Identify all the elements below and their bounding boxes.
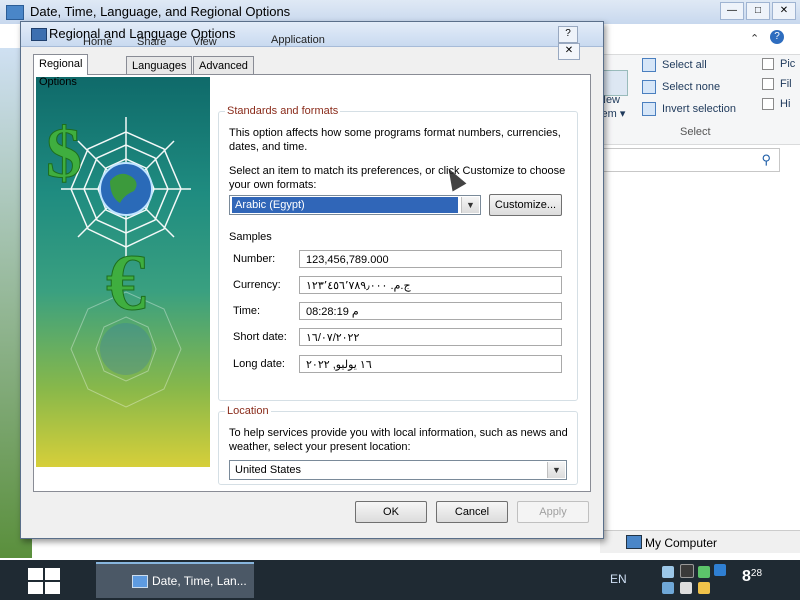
select-group-label: Select <box>680 126 711 138</box>
select-none-icon <box>642 80 656 94</box>
checkbox-box[interactable] <box>762 78 774 91</box>
sample-value-time: 08:28:19 م <box>299 302 562 320</box>
windows-logo-icon <box>28 568 43 580</box>
tray-network-icon[interactable] <box>714 564 726 576</box>
taskbar-item-regional-options[interactable]: Date, Time, Lan... <box>96 562 254 598</box>
system-tray <box>660 564 732 596</box>
help-icon[interactable]: ? <box>770 30 784 44</box>
standards-instruction: Select an item to match its preferences,… <box>229 165 566 191</box>
chevron-up-icon[interactable]: ⌃ <box>750 32 759 45</box>
regional-options-dialog: Home Share View Application Regional and… <box>20 21 604 539</box>
banner-image: $ € <box>36 77 210 467</box>
close-button[interactable]: ✕ <box>772 2 796 20</box>
sample-label-long-date: Long date: <box>233 358 285 370</box>
search-icon: ⚲ <box>761 152 771 167</box>
windows-logo-pane <box>28 582 43 594</box>
sample-label-time: Time: <box>233 305 261 317</box>
status-text: My Computer <box>645 536 718 550</box>
tray-display-icon[interactable] <box>662 582 674 594</box>
select-none-button[interactable]: Select none <box>642 80 720 94</box>
tray-app-icon[interactable] <box>662 566 674 578</box>
taskbar-item-label: Date, Time, Lan... <box>152 574 247 588</box>
select-all-button[interactable]: Select all <box>642 58 707 72</box>
regional-options-panel: $ € Standards and formats This option af… <box>33 74 591 492</box>
apply-button[interactable]: Apply <box>517 501 589 523</box>
sample-value-short-date: ١٦/٠٧/٢٠٢٢ <box>299 328 562 346</box>
standards-formats-group: Standards and formats This option affect… <box>218 105 578 401</box>
customize-button[interactable]: Customize... <box>489 194 562 216</box>
select-all-icon <box>642 58 656 72</box>
invert-selection-label: Invert selection <box>662 102 736 115</box>
euro-sign-icon: € <box>106 239 146 327</box>
checkbox-box[interactable] <box>762 98 774 111</box>
taskbar: Date, Time, Lan... EN 828 <box>0 560 800 600</box>
language-indicator[interactable]: EN <box>610 572 627 586</box>
control-panel-icon <box>6 5 24 20</box>
standards-description: This option affects how some programs fo… <box>229 127 561 153</box>
clock-hour: 8 <box>742 568 751 585</box>
tab-advanced[interactable]: Advanced <box>193 56 254 75</box>
control-panel-icon <box>132 575 148 588</box>
checkbox-3[interactable]: Hi <box>762 98 791 111</box>
tray-power-icon[interactable] <box>698 582 710 594</box>
sample-label-number: Number: <box>233 253 276 265</box>
checkbox-box[interactable] <box>762 58 774 71</box>
location-label: Location <box>225 405 271 417</box>
tab-languages[interactable]: Languages <box>126 56 193 75</box>
select-none-label: Select none <box>662 80 721 93</box>
minimize-button[interactable]: — <box>720 2 744 20</box>
ribbon-tab-application[interactable]: Application <box>271 34 325 46</box>
windows-logo-pane <box>45 568 60 580</box>
location-select[interactable]: United States ▼ <box>229 460 567 480</box>
sample-value-currency: ج.م.‏ ١٢٣٬٤٥٦٬٧٨٩٫٠٠٠ <box>299 276 562 294</box>
sample-label-currency: Currency: <box>233 279 281 291</box>
location-group: Location To help services provide you wi… <box>218 405 578 485</box>
checkbox-2[interactable]: Fil <box>762 78 792 91</box>
taskbar-clock[interactable]: 828 <box>742 568 762 586</box>
tab-regional-options[interactable]: Regional Options <box>33 54 89 88</box>
clock-minute: 28 <box>750 568 763 579</box>
explorer-title: Date, Time, Language, and Regional Optio… <box>30 4 291 19</box>
globe-icon <box>31 28 47 41</box>
dialog-titlebar: Home Share View Application Regional and… <box>21 22 603 60</box>
dialog-controls: ?✕ <box>557 26 599 60</box>
window-controls: — □ ✕ <box>718 2 796 20</box>
sample-value-long-date: ١٦ يوليو, ٢٠٢٢ <box>299 355 562 373</box>
sample-value-number: 123,456,789.000 <box>299 250 562 268</box>
start-button[interactable] <box>26 566 60 594</box>
dialog-title: Regional and Language Options <box>49 26 236 41</box>
location-description: To help services provide you with local … <box>229 427 568 453</box>
format-select[interactable]: Arabic (Egypt) ▼ <box>229 195 481 215</box>
invert-selection-icon <box>642 102 656 116</box>
computer-icon <box>626 535 642 549</box>
sample-label-short-date: Short date: <box>233 331 287 343</box>
format-select-value: Arabic (Egypt) <box>232 197 458 213</box>
tray-settings-icon[interactable] <box>680 564 694 578</box>
chevron-down-icon[interactable]: ▼ <box>461 197 479 213</box>
standards-formats-label: Standards and formats <box>225 105 341 117</box>
ok-button[interactable]: OK <box>355 501 427 523</box>
checkbox-label-1: Pic <box>780 58 796 70</box>
maximize-button[interactable]: □ <box>746 2 770 20</box>
help-button[interactable]: ? <box>558 26 578 43</box>
cancel-button[interactable]: Cancel <box>436 501 508 523</box>
invert-selection-button[interactable]: Invert selection <box>642 102 736 116</box>
status-bar: My Computer <box>600 530 800 553</box>
checkbox-1[interactable]: Pic <box>762 58 796 71</box>
tray-volume-icon[interactable] <box>680 582 692 594</box>
dollar-sign-icon: $ <box>46 113 82 193</box>
globe-web-illustration: $ € <box>46 113 191 408</box>
samples-label: Samples <box>229 231 272 243</box>
location-select-value: United States <box>235 464 302 476</box>
tray-security-icon[interactable] <box>698 566 710 578</box>
select-all-label: Select all <box>662 58 707 71</box>
checkbox-label-2: Fil <box>780 78 792 90</box>
checkbox-label-3: Hi <box>780 98 791 110</box>
chevron-down-icon[interactable]: ▼ <box>547 462 565 478</box>
search-box[interactable]: ⚲ <box>598 148 780 172</box>
close-button[interactable]: ✕ <box>558 43 580 60</box>
windows-logo-pane <box>45 582 60 594</box>
